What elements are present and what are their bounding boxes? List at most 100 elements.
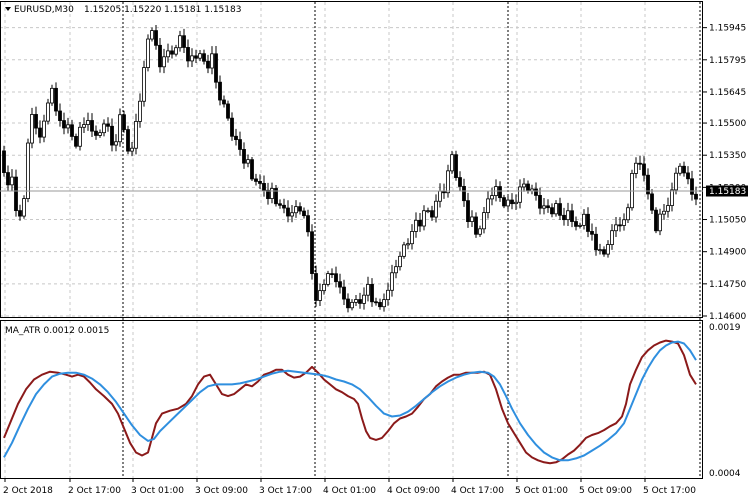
candle-body <box>266 189 270 199</box>
candle-body <box>54 87 58 112</box>
candle-body <box>570 210 574 222</box>
candle-body <box>662 210 666 215</box>
candle-body <box>314 273 318 301</box>
price-tick-label: 1.15050 <box>709 216 746 226</box>
candle-body <box>186 47 190 62</box>
candle-body <box>614 224 618 232</box>
candle[interactable] <box>310 224 314 280</box>
time-tick-label: 4 Oct 09:00 <box>387 486 440 496</box>
candle-body <box>670 189 674 206</box>
candle-body <box>490 195 494 200</box>
candle-body <box>406 243 410 246</box>
candle-body <box>246 159 250 164</box>
candle-body <box>394 266 398 274</box>
trading-chart-window[interactable]: EURUSD,M30 1.15205 1.15220 1.15181 1.151… <box>0 0 750 500</box>
candle-body <box>674 172 678 191</box>
candle[interactable] <box>654 207 658 234</box>
candle-body <box>326 273 330 285</box>
candle-body <box>386 289 390 301</box>
candle-body <box>550 207 554 215</box>
candle-body <box>586 213 590 232</box>
candle[interactable] <box>46 98 50 125</box>
candle-body <box>102 123 106 134</box>
candle-body <box>422 210 426 227</box>
indicator-bottom-tick: 0.0004 <box>709 469 741 479</box>
candle-body <box>362 294 366 304</box>
candle[interactable] <box>326 270 330 287</box>
candle[interactable] <box>126 125 130 155</box>
candle-body <box>142 67 146 102</box>
candle[interactable] <box>274 184 278 207</box>
candle-body <box>38 127 42 138</box>
price-tick-label: 1.15350 <box>709 151 746 161</box>
candle-body <box>26 142 30 199</box>
indicator-top-tick: 0.0019 <box>709 323 741 333</box>
candle-body <box>466 200 470 222</box>
candle[interactable] <box>250 156 254 182</box>
time-tick-label: 3 Oct 17:00 <box>259 486 312 496</box>
candle-body <box>366 284 370 296</box>
candle-body <box>534 188 538 196</box>
candle-body <box>450 154 454 172</box>
candle-body <box>306 215 310 233</box>
candle-body <box>654 209 658 232</box>
candle-body <box>446 170 450 194</box>
candle[interactable] <box>454 150 458 181</box>
candle-body <box>194 55 198 59</box>
candle-body <box>214 53 218 83</box>
candle-body <box>574 221 578 227</box>
candle[interactable] <box>142 60 146 107</box>
candle-body <box>506 199 510 207</box>
candle[interactable] <box>226 100 230 121</box>
candle-body <box>234 135 238 140</box>
candle-body <box>694 193 698 200</box>
time-tick-label: 2 Oct 2018 <box>3 486 53 496</box>
candle-body <box>206 60 210 69</box>
candle[interactable] <box>450 150 454 174</box>
candle-body <box>170 50 174 55</box>
candle-body <box>218 81 222 101</box>
candle-body <box>282 204 286 209</box>
candle-body <box>426 210 430 213</box>
candle-body <box>78 126 82 147</box>
candle[interactable] <box>22 195 26 219</box>
candle-body <box>154 30 158 46</box>
candle-body <box>106 123 110 127</box>
candle-body <box>150 30 154 40</box>
candle-body <box>290 212 294 217</box>
candle[interactable] <box>26 138 30 203</box>
candle-body <box>578 224 582 227</box>
time-tick-label: 5 Oct 09:00 <box>579 486 632 496</box>
candle-body <box>350 301 354 309</box>
candle-body <box>86 120 90 125</box>
candle-body <box>458 177 462 187</box>
candle-body <box>690 178 694 195</box>
price-tick-label: 1.14750 <box>709 280 746 290</box>
candle-body <box>22 198 26 217</box>
symbol-header[interactable]: EURUSD,M30 1.15205 1.15220 1.15181 1.151… <box>5 5 241 15</box>
candle-body <box>190 55 194 62</box>
candle-body <box>238 139 242 150</box>
candle-body <box>370 284 374 303</box>
candle-body <box>334 273 338 283</box>
candle-body <box>50 87 54 104</box>
candle-body <box>178 35 182 49</box>
candle-body <box>430 210 434 218</box>
candle-body <box>410 231 414 245</box>
time-tick-label: 2 Oct 17:00 <box>68 486 121 496</box>
candle-body <box>98 132 102 136</box>
candle-body <box>90 120 94 132</box>
candle-body <box>358 299 362 304</box>
candle[interactable] <box>146 34 150 72</box>
candle-body <box>502 197 506 207</box>
current-price-value: 1.15183 <box>709 187 746 197</box>
candle-body <box>538 195 542 209</box>
price-tick-label: 1.15945 <box>709 24 746 34</box>
candle[interactable] <box>630 169 634 211</box>
candle-body <box>166 50 170 58</box>
candle-body <box>242 149 246 164</box>
candle-body <box>622 219 626 226</box>
candle-body <box>262 183 266 191</box>
time-tick-label: 4 Oct 17:00 <box>451 486 504 496</box>
candle-body <box>286 207 290 217</box>
